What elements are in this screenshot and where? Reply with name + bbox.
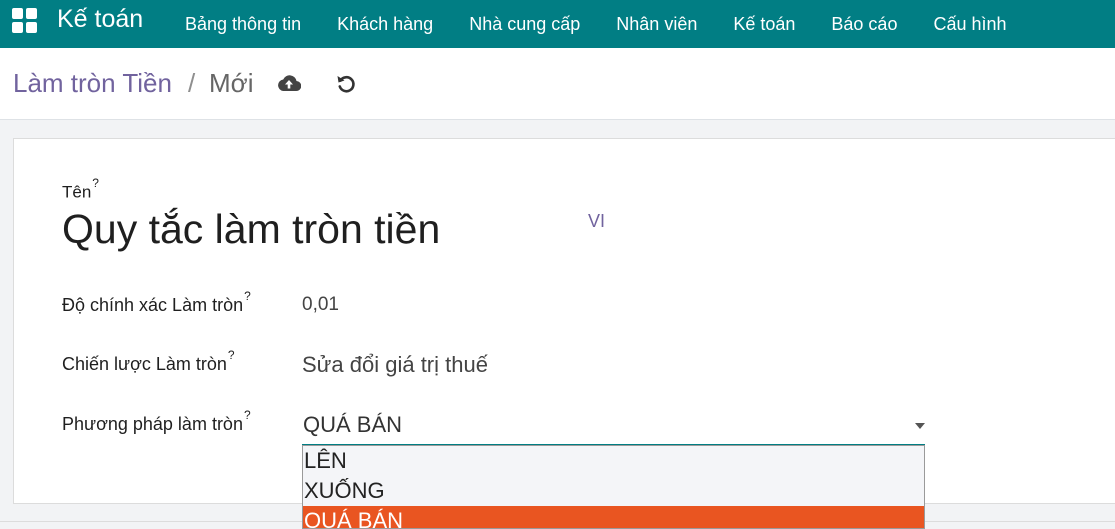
menu-item-employees[interactable]: Nhân viên	[616, 14, 697, 35]
method-option-half-up[interactable]: QUÁ BÁN	[303, 506, 924, 528]
name-input[interactable]: Quy tắc làm tròn tiền	[62, 206, 440, 253]
app-name[interactable]: Kế toán	[57, 5, 143, 34]
breadcrumb-current: Mới	[209, 68, 254, 98]
breadcrumb-root[interactable]: Làm tròn Tiền	[13, 68, 172, 99]
help-mark: ?	[244, 289, 251, 303]
help-mark: ?	[227, 348, 235, 362]
help-mark: ?	[92, 176, 99, 190]
precision-input[interactable]: 0,01	[302, 294, 339, 316]
menu-item-vendors[interactable]: Nhà cung cấp	[469, 14, 580, 35]
menu-item-customers[interactable]: Khách hàng	[337, 14, 433, 35]
menu-item-configuration[interactable]: Cấu hình	[933, 14, 1006, 35]
precision-label: Độ chính xác Làm tròn?	[62, 289, 251, 315]
undo-icon[interactable]	[335, 72, 357, 94]
main-menu: Bảng thông tin Khách hàng Nhà cung cấp N…	[185, 0, 1043, 48]
grid-icon[interactable]	[12, 8, 40, 33]
top-navbar: Kế toán Bảng thông tin Khách hàng Nhà cu…	[0, 0, 1115, 48]
breadcrumb-separator: /	[188, 68, 196, 98]
method-dropdown-list: LÊN XUỐNG QUÁ BÁN	[302, 445, 925, 529]
menu-item-accounting[interactable]: Kế toán	[733, 14, 795, 35]
method-option-down[interactable]: XUỐNG	[303, 476, 924, 506]
control-panel: Làm tròn Tiền / Mới	[0, 48, 1115, 120]
name-label: Tên?	[62, 176, 99, 202]
language-badge[interactable]: VI	[588, 211, 605, 232]
caret-down-icon[interactable]	[915, 423, 925, 429]
method-label: Phương pháp làm tròn?	[62, 408, 251, 434]
method-select[interactable]: QUÁ BÁN	[302, 412, 925, 445]
method-select-value: QUÁ BÁN	[303, 412, 403, 437]
menu-item-reporting[interactable]: Báo cáo	[831, 14, 897, 35]
strategy-select[interactable]: Sửa đổi giá trị thuế	[302, 352, 488, 378]
menu-item-dashboard[interactable]: Bảng thông tin	[185, 14, 301, 35]
help-mark: ?	[243, 408, 251, 422]
strategy-label: Chiến lược Làm tròn?	[62, 348, 235, 374]
method-option-up[interactable]: LÊN	[303, 446, 924, 476]
cloud-upload-icon[interactable]	[277, 72, 301, 94]
